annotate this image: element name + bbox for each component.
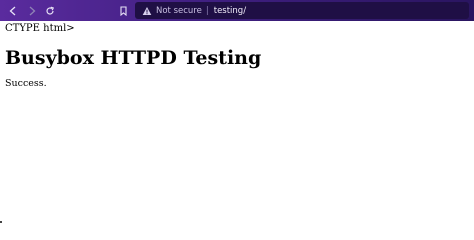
security-status-label[interactable]: Not secure [156,6,202,16]
doctype-fragment-text: CTYPE html> [5,23,75,34]
address-separator: | [205,5,209,16]
forward-button[interactable] [24,3,40,18]
back-arrow-icon [9,6,16,15]
page-heading: Busybox HTTPD Testing [5,47,262,69]
warning-triangle-icon [142,6,152,16]
url-text[interactable]: testing/ [214,6,246,16]
reload-button[interactable] [42,3,58,18]
forward-arrow-icon [29,6,36,15]
reload-icon [46,6,55,15]
address-bar[interactable]: Not secure | testing/ [135,2,469,19]
back-button[interactable] [5,3,21,18]
page-content: CTYPE html> Busybox HTTPD Testing Succes… [5,23,469,90]
browser-toolbar: Not secure | testing/ [0,0,474,21]
status-text: Success. [5,78,47,89]
bookmark-button[interactable] [115,3,131,18]
bookmark-icon [119,5,127,16]
corner-mark [0,221,2,223]
